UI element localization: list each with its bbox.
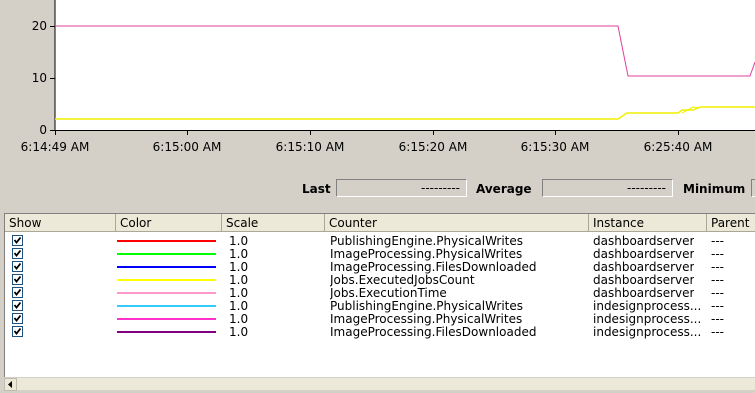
minimum-label: Minimum (683, 182, 746, 196)
color-swatch (117, 292, 216, 294)
scale-cell: 1.0 (229, 299, 249, 313)
color-swatch (117, 279, 216, 281)
show-checkbox[interactable] (12, 326, 23, 337)
counter-row[interactable]: 1.0 ImageProcessing.PhysicalWrites indesig… (5, 312, 755, 326)
show-checkbox[interactable] (12, 300, 23, 311)
plot-area (55, 0, 755, 130)
color-swatch (117, 318, 216, 320)
instance-cell: indesignprocess... (593, 325, 702, 339)
parent-cell: --- (711, 247, 724, 261)
counter-cell: ImageProcessing.FilesDownloaded (330, 325, 537, 339)
counter-row[interactable]: 1.0 Jobs.ExecutedJobsCount dashboardserver… (5, 273, 755, 287)
scale-cell: 1.0 (229, 234, 249, 248)
counter-row[interactable]: 1.0 Jobs.ExecutionTime dashboardserver --- (5, 286, 755, 300)
counter-cell: PublishingEngine.PhysicalWrites (330, 234, 524, 248)
show-checkbox[interactable] (12, 274, 23, 285)
counter-list[interactable]: Show Color Scale Counter Instance Parent… (4, 213, 755, 390)
parent-cell: --- (711, 312, 724, 326)
x-tick-label: 6:15:00 AM (153, 140, 222, 154)
parent-cell: --- (711, 234, 724, 248)
minimum-value-field (751, 179, 755, 197)
scroll-left-button[interactable] (4, 378, 17, 391)
x-tick-label: 6:25:40 AM (644, 140, 713, 154)
checkmark-icon (13, 327, 22, 335)
average-label: Average (476, 182, 532, 196)
column-header-instance[interactable]: Instance (589, 214, 707, 232)
scale-cell: 1.0 (229, 273, 249, 287)
y-tick-label: 20 (32, 19, 47, 33)
average-value-field: --------- (542, 179, 673, 197)
scale-cell: 1.0 (229, 247, 249, 261)
instance-cell: indesignprocess... (593, 299, 702, 313)
parent-cell: --- (711, 286, 724, 300)
counter-row[interactable]: 1.0 ImageProcessing.FilesDownloaded indesi… (5, 325, 755, 339)
color-swatch (117, 240, 216, 242)
scale-cell: 1.0 (229, 286, 249, 300)
counter-cell: Jobs.ExecutionTime (330, 286, 447, 300)
checkmark-icon (13, 275, 22, 283)
checkmark-icon (13, 288, 22, 296)
show-checkbox[interactable] (12, 313, 23, 324)
instance-cell: dashboardserver (593, 234, 695, 248)
color-swatch (117, 331, 216, 333)
counter-cell: ImageProcessing.PhysicalWrites (330, 312, 523, 326)
column-header-scale[interactable]: Scale (222, 214, 325, 232)
performance-graph: 20 10 0 6:14:49 AM 6:15:00 AM 6:15:10 AM 6:15… (0, 0, 755, 200)
show-checkbox[interactable] (12, 287, 23, 298)
checkmark-icon (13, 249, 22, 257)
horizontal-scrollbar[interactable] (4, 377, 755, 391)
last-value-field: --------- (336, 179, 467, 197)
x-tick-label: 6:15:10 AM (276, 140, 345, 154)
color-swatch (117, 253, 216, 255)
last-label: Last (302, 182, 331, 196)
counter-cell: ImageProcessing.FilesDownloaded (330, 260, 537, 274)
column-header-show[interactable]: Show (5, 214, 116, 232)
instance-cell: dashboardserver (593, 273, 695, 287)
checkmark-icon (13, 262, 22, 270)
scale-cell: 1.0 (229, 260, 249, 274)
counter-row[interactable]: 1.0 ImageProcessing.FilesDownloaded dashbo… (5, 260, 755, 274)
instance-cell: dashboardserver (593, 260, 695, 274)
parent-cell: --- (711, 260, 724, 274)
column-header-counter[interactable]: Counter (325, 214, 589, 232)
y-tick-label: 10 (32, 71, 47, 85)
value-bar: Last --------- Average --------- Minimum (0, 176, 755, 202)
parent-cell: --- (711, 299, 724, 313)
checkmark-icon (13, 236, 22, 244)
scale-cell: 1.0 (229, 325, 249, 339)
y-tick-label: 0 (39, 123, 47, 137)
show-checkbox[interactable] (12, 248, 23, 259)
x-tick-label: 6:14:49 AM (21, 140, 90, 154)
scale-cell: 1.0 (229, 312, 249, 326)
color-swatch (117, 305, 216, 307)
checkmark-icon (13, 301, 22, 309)
x-tick-label: 6:15:30 AM (521, 140, 590, 154)
instance-cell: dashboardserver (593, 286, 695, 300)
counter-row[interactable]: 1.0 PublishingEngine.PhysicalWrites indesi… (5, 299, 755, 313)
color-swatch (117, 266, 216, 268)
column-header-parent[interactable]: Parent (707, 214, 755, 232)
show-checkbox[interactable] (12, 235, 23, 246)
parent-cell: --- (711, 325, 724, 339)
x-tick-label: 6:15:20 AM (399, 140, 468, 154)
column-header-color[interactable]: Color (116, 214, 222, 232)
parent-cell: --- (711, 273, 724, 287)
show-checkbox[interactable] (12, 261, 23, 272)
instance-cell: dashboardserver (593, 247, 695, 261)
graph-canvas: 20 10 0 6:14:49 AM 6:15:00 AM 6:15:10 AM 6:15… (21, 0, 755, 154)
counter-row[interactable]: 1.0 ImageProcessing.PhysicalWrites dashboa… (5, 247, 755, 261)
arrow-left-icon (8, 381, 12, 388)
checkmark-icon (13, 314, 22, 322)
counter-cell: ImageProcessing.PhysicalWrites (330, 247, 523, 261)
counter-row[interactable]: 1.0 PublishingEngine.PhysicalWrites dashbo… (5, 234, 755, 248)
instance-cell: indesignprocess... (593, 312, 702, 326)
counter-cell: PublishingEngine.PhysicalWrites (330, 299, 524, 313)
counter-cell: Jobs.ExecutedJobsCount (330, 273, 475, 287)
list-header: Show Color Scale Counter Instance Parent (5, 214, 755, 232)
